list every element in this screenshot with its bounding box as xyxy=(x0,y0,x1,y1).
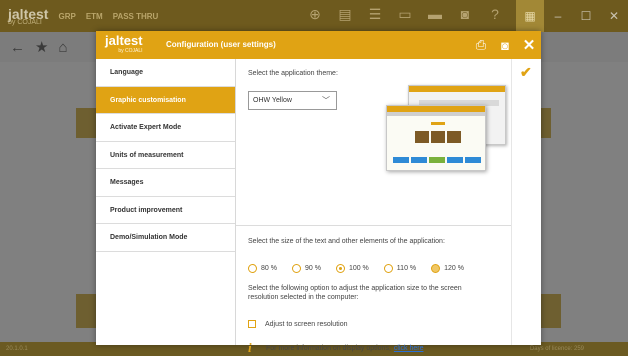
dialog-header: jaltest by COJALI Configuration (user set… xyxy=(96,31,541,59)
globe-icon[interactable]: ⊕ xyxy=(306,6,324,23)
app-logo: jaltest by COJALI xyxy=(8,6,49,26)
size-option-80[interactable]: 80 % xyxy=(248,264,277,273)
theme-preview xyxy=(386,85,506,175)
menu-item-units[interactable]: Units of measurement xyxy=(96,142,235,169)
app-top-icons: ⊕ ▤ ☰ ▭ ▬ ◙ ? xyxy=(306,6,504,23)
app-top-item-pass-thru[interactable]: PASS THRU xyxy=(113,12,159,21)
size-option-120[interactable]: 120 % xyxy=(431,264,464,273)
dialog-logo: jaltest by COJALI xyxy=(105,33,143,55)
configuration-dialog: jaltest by COJALI Configuration (user set… xyxy=(96,31,541,355)
printer-icon[interactable]: ▭ xyxy=(396,6,414,23)
radio-icon xyxy=(383,264,393,273)
maximize-icon[interactable]: ☐ xyxy=(572,0,600,32)
menu-empty-area xyxy=(96,280,235,345)
menu-item-demo-mode[interactable]: Demo/Simulation Mode xyxy=(96,224,235,252)
info-icon: i xyxy=(248,340,252,355)
camera-icon[interactable]: ◙ xyxy=(456,6,474,23)
menu-item-messages[interactable]: Messages xyxy=(96,169,235,197)
info-text: For more information on display options, xyxy=(266,344,391,352)
radio-icon xyxy=(248,264,257,273)
dialog-title: Configuration (user settings) xyxy=(166,40,276,49)
star-icon[interactable]: ★ xyxy=(35,38,48,56)
menu-item-language[interactable]: Language xyxy=(96,59,235,87)
checkmark-icon[interactable]: ✔ xyxy=(520,64,532,81)
window-close-icon[interactable]: ✕ xyxy=(600,0,628,32)
minimize-icon[interactable]: – xyxy=(544,0,572,32)
theme-preview-front xyxy=(386,105,486,171)
checkbox-icon xyxy=(248,320,256,328)
chevron-down-icon: ﹀ xyxy=(322,96,330,105)
radio-selected-icon xyxy=(335,264,345,273)
settings-menu: Language Graphic customisation Activate … xyxy=(96,59,236,345)
background-tile xyxy=(541,294,561,328)
help-icon[interactable]: ? xyxy=(486,6,504,23)
radio-icon xyxy=(431,264,441,273)
size-label: Select the size of the text and other el… xyxy=(248,238,445,245)
size-option-90[interactable]: 90 % xyxy=(291,264,321,273)
app-top-item-etm[interactable]: ETM xyxy=(86,12,103,21)
confirm-column: ✔ xyxy=(511,59,541,345)
print-icon[interactable]: ⎙ xyxy=(469,37,493,53)
size-section: Select the size of the text and other el… xyxy=(236,226,511,355)
dialog-close-button[interactable]: ✕ xyxy=(517,36,541,54)
background-tile xyxy=(541,108,551,138)
app-topbar: jaltest by COJALI GRP ETM PASS THRU ⊕ ▤ ☰… xyxy=(0,0,628,32)
theme-select[interactable]: OHW Yellow ﹀ xyxy=(248,91,337,110)
menu-item-graphic-customisation[interactable]: Graphic customisation xyxy=(96,86,235,114)
menu-item-expert-mode[interactable]: Activate Expert Mode xyxy=(96,114,235,142)
menu-item-product-improvement[interactable]: Product improvement xyxy=(96,197,235,224)
window-buttons: ▦ – ☐ ✕ xyxy=(516,0,628,32)
theme-select-value: OHW Yellow xyxy=(253,97,292,104)
list-icon[interactable]: ☰ xyxy=(366,6,384,23)
theme-label: Select the application theme: xyxy=(248,70,338,77)
adjust-label: Select the following option to adjust th… xyxy=(248,285,462,301)
version-label: 20.1.0.1 xyxy=(6,346,28,352)
settings-panel: Select the application theme: OHW Yellow… xyxy=(236,59,541,355)
adjust-resolution-checkbox[interactable]: Adjust to screen resolution xyxy=(248,320,348,328)
back-arrow-icon[interactable]: ← xyxy=(10,39,25,56)
size-option-100[interactable]: 100 % xyxy=(335,264,369,273)
radio-icon xyxy=(291,264,301,273)
theme-section: Select the application theme: OHW Yellow… xyxy=(236,59,511,226)
battery-icon[interactable]: ▬ xyxy=(426,6,444,23)
size-option-110[interactable]: 110 % xyxy=(383,264,416,273)
info-row: i For more information on display option… xyxy=(248,340,423,356)
grid-icon[interactable]: ▦ xyxy=(516,0,544,32)
home-icon[interactable]: ⌂ xyxy=(58,39,67,56)
dialog-header-icons: ⎙ ◙ ✕ xyxy=(469,31,541,59)
size-radio-group: 80 % 90 % 100 % 110 % 120 % xyxy=(248,264,464,273)
document-icon[interactable]: ▤ xyxy=(336,6,354,23)
app-top-item-grp[interactable]: GRP xyxy=(58,12,75,21)
click-here-link[interactable]: click here xyxy=(394,345,424,352)
camera-icon[interactable]: ◙ xyxy=(493,38,517,53)
